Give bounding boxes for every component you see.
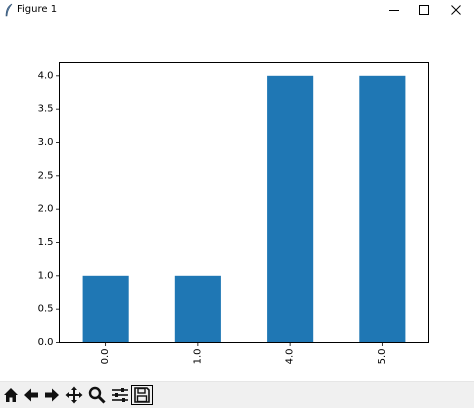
save-button[interactable] [131, 385, 153, 405]
minimize-button[interactable] [378, 0, 410, 20]
bar-1.0 [174, 275, 221, 343]
y-tick-label: 0.5 [38, 304, 54, 315]
configure-subplots-icon [112, 388, 128, 402]
close-icon [451, 5, 461, 15]
y-tick-label: 2.0 [38, 204, 54, 215]
x-tick-label: 5.0 [377, 349, 388, 365]
y-tick-label: 0.0 [38, 337, 54, 348]
close-button[interactable] [440, 0, 472, 20]
zoom-icon [88, 386, 106, 404]
navigation-toolbar [0, 381, 474, 408]
y-tick-label: 3.5 [38, 104, 54, 115]
x-tick-label: 1.0 [192, 349, 203, 365]
bar-5.0 [359, 75, 406, 343]
pan-button[interactable] [63, 385, 85, 405]
title-bar: Figure 1 [0, 0, 474, 20]
x-tick-label: 0.0 [100, 349, 111, 365]
configure-subplots-button[interactable] [109, 385, 131, 405]
bar-chart: 0.0 0.5 1.0 1.5 2.0 2.5 3.0 3.5 4.0 0.0 1.0 4.0 5.0 [38, 62, 429, 365]
bar-0.0 [82, 275, 129, 343]
y-tick-label: 1.5 [38, 237, 54, 248]
back-button[interactable] [20, 385, 42, 405]
zoom-button[interactable] [86, 385, 108, 405]
maximize-icon [419, 5, 429, 15]
x-tick-label: 4.0 [285, 349, 296, 365]
save-icon [134, 387, 150, 403]
y-tick-label: 1.0 [38, 270, 54, 281]
figure-canvas: 0.0 0.5 1.0 1.5 2.0 2.5 3.0 3.5 4.0 0.0 1.0 4.0 5.0 [0, 20, 474, 381]
y-tick-label: 4.0 [38, 70, 54, 81]
forward-icon [45, 388, 59, 402]
maximize-button[interactable] [408, 0, 440, 20]
feather-icon [5, 3, 13, 17]
home-button[interactable] [0, 385, 22, 405]
window-title: Figure 1 [17, 4, 58, 15]
y-tick-label: 2.5 [38, 170, 54, 181]
bar-4.0 [267, 75, 314, 343]
y-tick-label: 3.0 [38, 137, 54, 148]
back-icon [24, 388, 38, 402]
minimize-icon [389, 10, 399, 11]
pan-icon [65, 386, 83, 404]
forward-button[interactable] [41, 385, 63, 405]
home-icon [4, 388, 18, 402]
